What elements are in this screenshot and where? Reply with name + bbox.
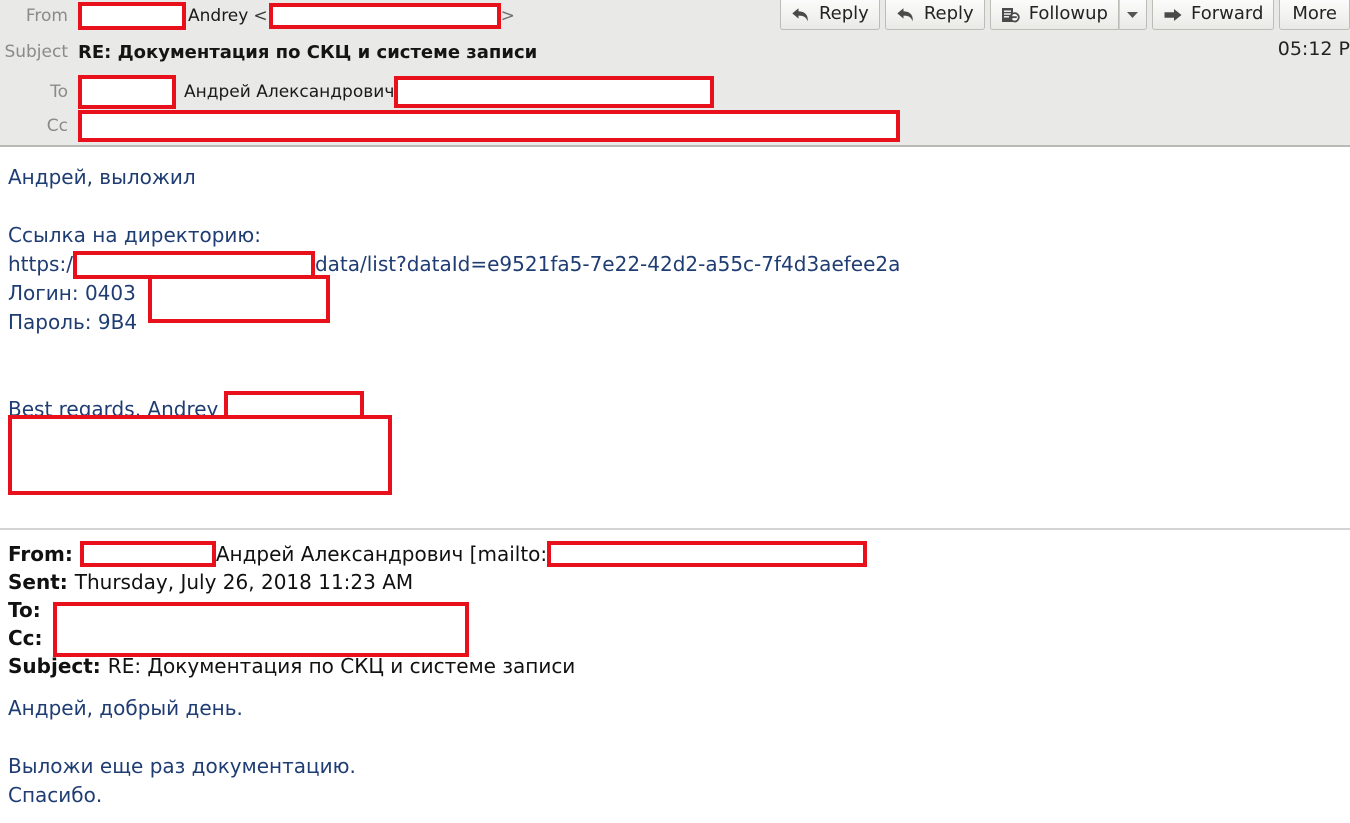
message-timestamp: 05:12 P bbox=[1277, 38, 1350, 60]
header-value-to: Андрей Александрович bbox=[78, 75, 715, 109]
header-label-cc: Cc bbox=[46, 116, 68, 136]
quoted-from-key: From: bbox=[8, 542, 73, 566]
quoted-message-body: Андрей, добрый день. Выложи еще раз доку… bbox=[8, 694, 356, 810]
header-value-from: Andrey < > bbox=[78, 2, 515, 30]
from-close-bracket: > bbox=[500, 6, 515, 26]
quoted-cc-key: Cc: bbox=[8, 626, 43, 650]
reply-arrow-icon bbox=[895, 6, 917, 24]
forward-arrow-icon bbox=[1162, 6, 1184, 24]
message-toolbar: Reply Reply Followup Forward More bbox=[775, 0, 1350, 34]
followup-button[interactable]: Followup bbox=[989, 0, 1119, 30]
to-display-name: Андрей Александрович bbox=[184, 82, 395, 102]
body-directory-url: https:/ data/list?dataId=e9521fa5-7e22-4… bbox=[8, 250, 900, 279]
reply-all-button-label: Reply bbox=[923, 3, 974, 24]
header-row-cc: Cc bbox=[0, 110, 900, 142]
login-label: Логин: 0403 bbox=[8, 281, 136, 305]
forward-button-label: Forward bbox=[1190, 3, 1264, 24]
quoted-row-sent: Sent: Thursday, July 26, 2018 11:23 AM bbox=[8, 568, 867, 596]
redacted-from-address bbox=[268, 3, 501, 29]
quoted-sent-key: Sent: bbox=[8, 570, 68, 594]
redacted-quoted-from bbox=[79, 541, 216, 567]
chevron-down-icon bbox=[1126, 10, 1139, 19]
redacted-quoted-from-mail bbox=[547, 541, 868, 567]
redacted-from-name bbox=[78, 2, 186, 30]
redacted-signature-block bbox=[8, 415, 392, 495]
quoted-from-name: Андрей Александрович [mailto: bbox=[215, 542, 548, 566]
body-greeting: Андрей, выложил bbox=[8, 165, 196, 189]
followup-button-label: Followup bbox=[1028, 3, 1108, 24]
from-open-bracket: < bbox=[253, 6, 268, 26]
quoted-body-spacer bbox=[8, 723, 356, 752]
header-value-cc bbox=[78, 110, 900, 142]
header-label-subject: Subject bbox=[4, 42, 68, 62]
body-password-line: Пароль: 9В4 bbox=[8, 308, 137, 337]
quoted-row-from: From: Андрей Александрович [mailto: bbox=[8, 540, 868, 568]
body-link-caption: Ссылка на директорию: bbox=[8, 223, 261, 247]
message-body: Андрей, выложил Ссылка на директорию: ht… bbox=[0, 147, 1350, 823]
quoted-body-line-1: Выложи еще раз документацию. bbox=[8, 754, 356, 778]
from-display-name: Andrey bbox=[188, 6, 249, 26]
more-button[interactable]: More bbox=[1279, 0, 1350, 30]
followup-dropdown-button[interactable] bbox=[1118, 0, 1147, 30]
reply-button[interactable]: Reply bbox=[779, 0, 880, 30]
more-button-label: More bbox=[1292, 3, 1337, 24]
redacted-cc-address bbox=[78, 110, 900, 142]
reply-arrow-icon bbox=[790, 6, 812, 24]
header-label-to: To bbox=[50, 82, 68, 102]
url-prefix: https:/ bbox=[8, 252, 73, 276]
body-login-line: Логин: 0403 bbox=[8, 279, 136, 308]
header-row-to: To Андрей Александрович bbox=[0, 75, 715, 109]
header-row-subject: Subject RE: Документация по СКЦ и систем… bbox=[0, 38, 537, 66]
redacted-to-prefix bbox=[78, 75, 176, 109]
header-value-subject: RE: Документация по СКЦ и системе записи bbox=[78, 41, 538, 63]
followup-split-button: Followup bbox=[989, 0, 1147, 30]
url-suffix: data/list?dataId=e9521fa5-7e22-42d2-a55c… bbox=[314, 252, 901, 276]
forward-button[interactable]: Forward bbox=[1151, 0, 1275, 30]
quoted-body-line-2: Спасибо. bbox=[8, 783, 103, 807]
quoted-sent-value: Thursday, July 26, 2018 11:23 AM bbox=[74, 570, 414, 594]
password-label: Пароль: 9В4 bbox=[8, 310, 138, 334]
followup-icon bbox=[1000, 6, 1022, 24]
reply-all-button[interactable]: Reply bbox=[884, 0, 985, 30]
reply-button-label: Reply bbox=[818, 3, 869, 24]
message-header: Reply Reply Followup Forward More From A… bbox=[0, 0, 1350, 147]
redacted-credentials bbox=[148, 275, 330, 323]
header-label-from: From bbox=[25, 6, 68, 26]
quoted-message-divider bbox=[0, 528, 1350, 530]
redacted-quoted-recipients bbox=[53, 602, 469, 657]
quoted-body-greeting: Андрей, добрый день. bbox=[8, 696, 243, 720]
redacted-to-address bbox=[394, 76, 715, 108]
quoted-to-key: To: bbox=[8, 598, 41, 622]
header-row-from: From Andrey < > bbox=[0, 2, 515, 30]
